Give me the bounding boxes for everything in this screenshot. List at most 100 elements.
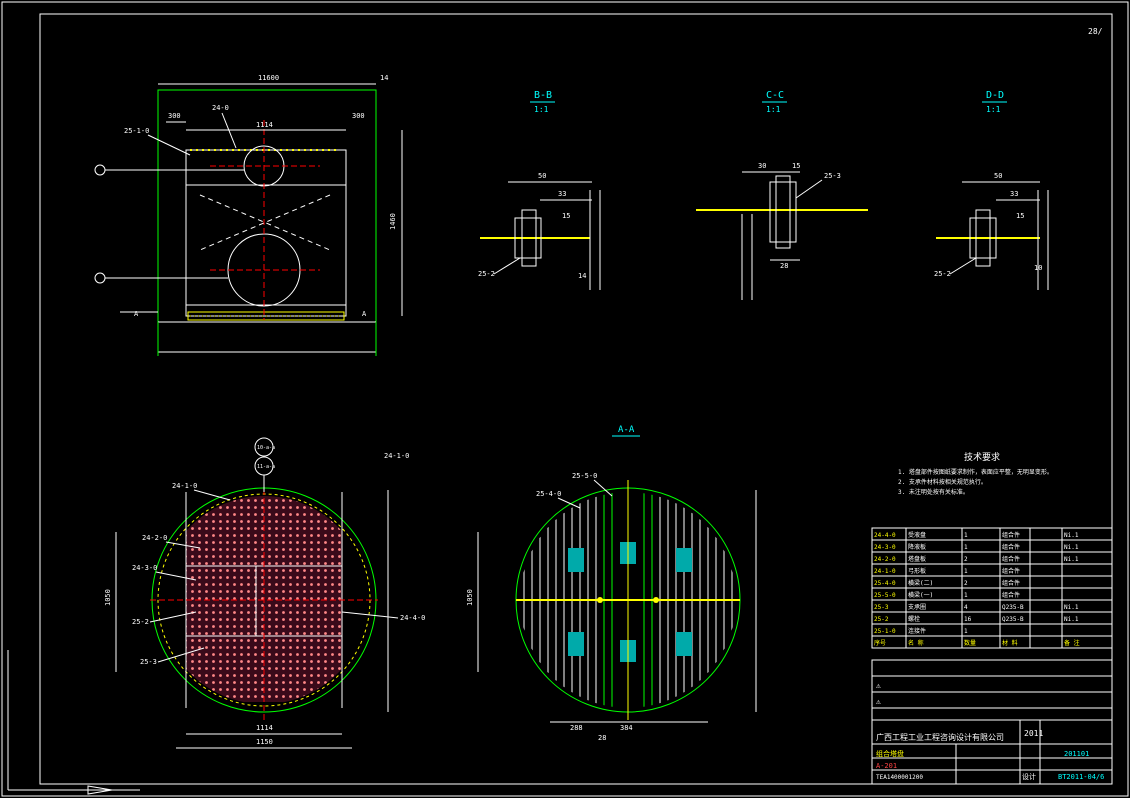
callout-24-4-0: 24-4-0 — [400, 614, 425, 622]
dd-callout: 25-2 — [934, 270, 951, 278]
callout-24-3-0: 24-3-0 — [132, 564, 157, 572]
technical-notes: 技术要求 1. 塔盘部件按图纸要求制作，表面应平整，无明显变形。 2. 支承件材… — [898, 451, 1053, 496]
parts-cell: 1 — [964, 568, 968, 575]
parts-cell: 25-3 — [874, 604, 889, 611]
dd-dim-33: 33 — [1010, 190, 1018, 198]
parts-cell: Ni.1 — [1064, 532, 1079, 539]
section-bb: B-B 1:1 50 33 15 14 25-2 — [478, 90, 601, 290]
dim-right-height: 1460 — [389, 213, 397, 230]
parts-header-cell: 数量 — [964, 639, 976, 647]
section-cc-title: C-C — [766, 90, 784, 101]
parts-cell: 支承圈 — [908, 603, 926, 611]
company-name: 广西工程工业工程咨询设计有限公司 — [876, 732, 1004, 742]
section-cc-scale: 1:1 — [766, 105, 781, 114]
note-line-3: 3. 未注明处按有关标准。 — [898, 488, 969, 496]
parts-header-cell: 名 称 — [908, 639, 924, 647]
parts-cell: 组合件 — [1002, 555, 1020, 563]
parts-cell: Q235-B — [1002, 604, 1024, 611]
title-sub-1: 组合塔盘 — [876, 749, 904, 758]
parts-cell: 25-5-0 — [874, 592, 896, 599]
plan-dim-h1050: 1050 — [104, 589, 112, 606]
callout-24-1-0-top: 24-1-0 — [384, 452, 409, 460]
title-sub-3: 设计 — [1022, 772, 1036, 781]
parts-cell: Q235-B — [1002, 616, 1024, 623]
callout-25-1-0: 25-1-0 — [124, 127, 149, 135]
svg-text:⚠: ⚠ — [876, 697, 881, 706]
section-bb-title: B-B — [534, 90, 552, 101]
elevation-view: 11600 14 300 300 1114 1460 24-0 25-1-0 A… — [94, 74, 403, 356]
parts-cell: 24-4-0 — [874, 532, 896, 539]
callout-25-3: 25-3 — [140, 658, 157, 666]
note-line-2: 2. 支承件材料按相关规范执行。 — [898, 478, 987, 486]
cc-dim-15: 15 — [792, 162, 800, 170]
bb-callout: 25-2 — [478, 270, 495, 278]
parts-header-cell: 序号 — [874, 639, 886, 647]
project-number: 201101 — [1064, 750, 1089, 758]
parts-cell: 1 — [964, 592, 968, 599]
outer-frame — [1, 1, 1129, 797]
parts-cell: 横梁(二) — [908, 579, 933, 587]
parts-header-cell: 备 注 — [1064, 639, 1080, 647]
callout-24-1-0: 24-1-0 — [172, 482, 197, 490]
dim-offset: 14 — [380, 74, 388, 82]
parts-cell: 塔盘板 — [908, 555, 926, 563]
parts-cell: Ni.1 — [1064, 616, 1079, 623]
callout-25-2: 25-2 — [132, 618, 149, 626]
dim-right-300: 300 — [352, 112, 365, 120]
parts-cell: 连接件 — [908, 627, 926, 635]
parts-cell: 24-2-0 — [874, 556, 896, 563]
aa-dim-384: 384 — [620, 724, 633, 732]
tray-plan-view: 10-a-a 11-a-a 24-1-0 24-1-0 24-2-0 24-3-… — [104, 437, 425, 749]
cc-callout: 25-3 — [824, 172, 841, 180]
parts-cell: 1 — [964, 628, 968, 635]
callout-25-5-0: 25-5-0 — [572, 472, 597, 480]
bb-dim-14: 14 — [578, 272, 586, 280]
parts-cell: Ni.1 — [1064, 556, 1079, 563]
balloon-2-label: 11-a-a — [257, 464, 275, 470]
title-block: 广西工程工业工程咨询设计有限公司 2011 201101 BT2011-04/6… — [871, 659, 1113, 785]
drawing-number: BT2011-04/6 — [1058, 773, 1104, 781]
parts-cell: 4 — [964, 604, 968, 611]
dim-inner-1114: 1114 — [256, 121, 273, 129]
parts-cell: 横梁(一) — [908, 591, 933, 599]
svg-text:A: A — [134, 310, 139, 318]
dd-dim-10: 10 — [1034, 264, 1042, 272]
ucs-icon — [7, 650, 140, 795]
parts-header-cell: 材 料 — [1002, 639, 1018, 647]
parts-table: 24-4-0 受液盘 1 组合件 Ni.1 24-3-0 降液板 1 组合件 Ni.1 24-2-0… — [871, 527, 1113, 649]
cc-dim-28: 28 — [780, 262, 788, 270]
title-code-left: TEA1400001200 — [876, 774, 923, 781]
section-dd: D-D 1:1 50 33 15 10 25-2 — [934, 90, 1049, 290]
callout-24-0: 24-0 — [212, 104, 229, 112]
bb-dim-50: 50 — [538, 172, 546, 180]
dd-dim-15: 15 — [1016, 212, 1024, 220]
dim-top-width: 11600 — [258, 74, 279, 82]
ref-marker-2 — [94, 272, 106, 284]
dim-left-300: 300 — [168, 112, 181, 120]
notes-title: 技术要求 — [964, 451, 1000, 463]
parts-cell: 组合件 — [1002, 567, 1020, 575]
section-bb-scale: 1:1 — [534, 105, 549, 114]
parts-cell: 1 — [964, 544, 968, 551]
parts-cell: 降液板 — [908, 543, 926, 551]
parts-cell: 16 — [964, 616, 972, 623]
parts-cell: 24-3-0 — [874, 544, 896, 551]
svg-text:⚠: ⚠ — [876, 681, 881, 690]
section-aa-plan: A-A 25-5-0 25-4-0 1050 288 384 28 — [466, 425, 757, 742]
callout-25-4-0: 25-4-0 — [536, 490, 561, 498]
parts-cell: 组合件 — [1002, 543, 1020, 551]
parts-cell: Ni.1 — [1064, 544, 1079, 551]
parts-cell: 组合件 — [1002, 579, 1020, 587]
plan-dim-1150: 1150 — [256, 738, 273, 746]
dd-dim-50: 50 — [994, 172, 1002, 180]
aa-dim-28: 28 — [598, 734, 606, 742]
parts-cell: Ni.1 — [1064, 604, 1079, 611]
parts-cell: 组合件 — [1002, 531, 1020, 539]
section-aa-title: A-A — [618, 425, 635, 435]
note-line-1: 1. 塔盘部件按图纸要求制作，表面应平整，无明显变形。 — [898, 468, 1053, 476]
parts-cell: 1 — [964, 532, 968, 539]
cad-drawing-canvas: 28/ 11600 14 300 300 1114 1460 24-0 25-1… — [0, 0, 1130, 798]
section-cc: C-C 1:1 30 15 28 25-3 — [696, 90, 868, 300]
parts-cell: 2 — [964, 580, 968, 587]
parts-cell: 2 — [964, 556, 968, 563]
